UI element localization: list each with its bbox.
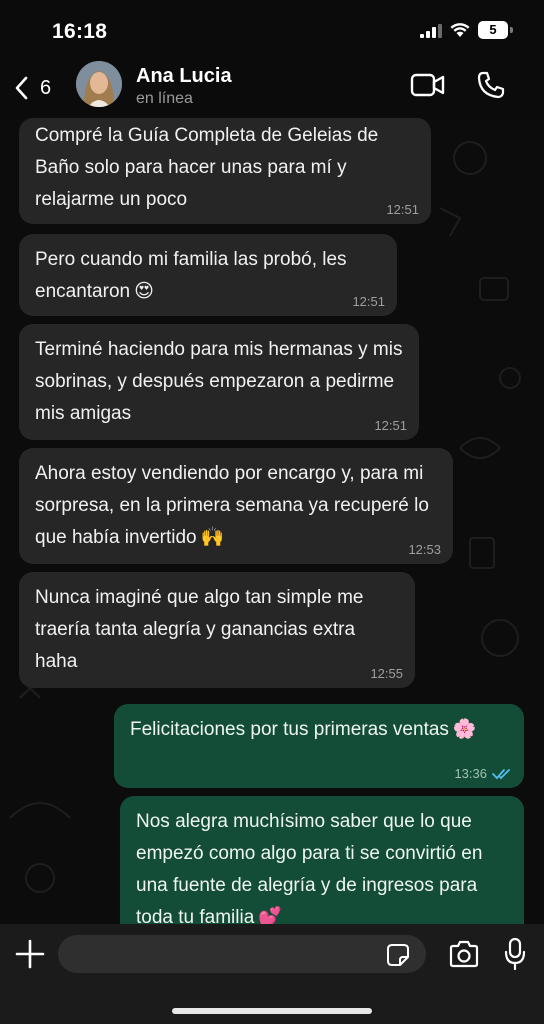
sticker-icon[interactable] <box>386 943 410 967</box>
phone-icon[interactable] <box>476 70 506 100</box>
home-indicator <box>172 1008 372 1014</box>
composer-bar <box>0 924 544 1024</box>
avatar[interactable] <box>76 61 122 107</box>
message-bubble-outgoing[interactable]: Felicitaciones por tus primeras ventas 🌸 … <box>114 704 524 788</box>
avatar-image <box>76 61 122 107</box>
message-time: 13:36 <box>454 766 487 781</box>
plus-icon[interactable] <box>14 938 46 970</box>
chat-header: 6 Ana Lucia en línea <box>0 60 544 118</box>
two-hearts-emoji: 💕 <box>258 907 282 924</box>
status-bar: 16:18 5 <box>0 0 544 60</box>
read-receipt-icon <box>492 769 510 780</box>
message-time: 12:51 <box>374 418 407 433</box>
message-list[interactable]: Compré la Guía Completa de Geleias de Ba… <box>0 118 544 924</box>
message-bubble-incoming[interactable]: Terminé haciendo para mis hermanas y mis… <box>19 324 419 440</box>
video-call-icon[interactable] <box>410 72 446 98</box>
message-input[interactable] <box>58 935 426 973</box>
status-time: 16:18 <box>52 20 108 43</box>
raising-hands-emoji: 🙌 <box>200 527 225 548</box>
signal-icon <box>420 24 442 38</box>
message-bubble-incoming[interactable]: Compré la Guía Completa de Geleias de Ba… <box>19 118 431 224</box>
message-text: Ahora estoy vendiendo por encargo y, par… <box>35 463 429 549</box>
message-time: 12:51 <box>386 202 419 217</box>
flower-emoji: 🌸 <box>452 719 477 740</box>
message-text: Pero cuando mi familia las probó, les en… <box>35 249 347 303</box>
message-time: 12:51 <box>352 294 385 309</box>
message-text: Felicitaciones por tus primeras ventas <box>130 719 449 741</box>
battery-tip <box>510 27 513 33</box>
contact-name[interactable]: Ana Lucia <box>136 65 232 88</box>
battery-icon: 5 <box>478 21 508 39</box>
message-bubble-incoming[interactable]: Pero cuando mi familia las probó, les en… <box>19 234 397 316</box>
contact-status: en línea <box>136 90 193 107</box>
camera-icon[interactable] <box>448 940 480 968</box>
wifi-icon <box>450 23 470 37</box>
message-bubble-incoming[interactable]: Nunca imaginé que algo tan simple me tra… <box>19 572 415 688</box>
heart-eyes-emoji: 😍 <box>134 281 154 302</box>
back-button[interactable]: 6 <box>14 68 74 108</box>
message-time: 12:55 <box>370 666 403 681</box>
message-text: Terminé haciendo para mis hermanas y mis… <box>35 339 403 424</box>
message-text: Nos alegra muchísimo saber que lo que em… <box>136 811 483 924</box>
message-bubble-outgoing[interactable]: Nos alegra muchísimo saber que lo que em… <box>120 796 524 924</box>
chevron-left-icon <box>15 76 28 100</box>
message-time: 12:53 <box>408 542 441 557</box>
message-bubble-incoming[interactable]: Ahora estoy vendiendo por encargo y, par… <box>19 448 453 564</box>
unread-count: 6 <box>40 76 52 99</box>
microphone-icon[interactable] <box>504 937 526 971</box>
message-text: Nunca imaginé que algo tan simple me tra… <box>35 587 364 672</box>
message-text: Compré la Guía Completa de Geleias de Ba… <box>35 125 379 210</box>
